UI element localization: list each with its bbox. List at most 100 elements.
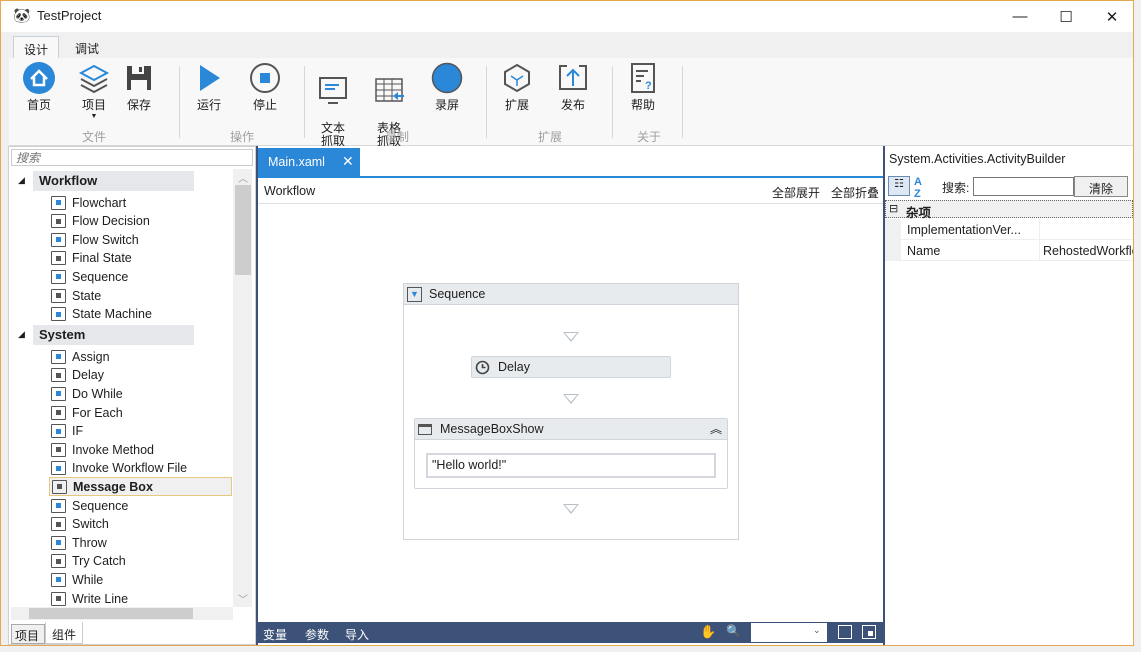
toolbox-item-label: IF [72, 424, 84, 439]
toolbox-item-label: Message Box [73, 479, 153, 494]
record-button[interactable]: 录屏 [422, 62, 472, 113]
toolbox-item[interactable]: State Machine [51, 305, 152, 324]
extend-button[interactable]: 扩展 [492, 62, 542, 113]
text-capture-button[interactable]: 文本 抓取 [308, 62, 358, 148]
toolbox-item-label: Sequence [72, 269, 129, 284]
zoom-select[interactable]: ⌄ [751, 623, 827, 642]
properties-panel: System.Activities.ActivityBuilder ☷ AZ 搜… [885, 146, 1133, 645]
toolbox-item[interactable]: IF [51, 422, 83, 441]
property-value[interactable]: RehostedWorkflow [1043, 244, 1133, 258]
expand-category-icon[interactable]: ◢ [18, 329, 25, 340]
pan-hand-icon[interactable]: ✋ [700, 624, 716, 640]
toolbox-item-label: Sequence [72, 498, 129, 513]
messagebox-activity[interactable]: MessageBoxShow ︽ "Hello world!" [414, 418, 728, 489]
fit-to-screen-icon[interactable] [838, 625, 852, 639]
toolbox-item[interactable]: Sequence [51, 496, 128, 515]
minimize-button[interactable]: — [997, 1, 1043, 32]
run-button[interactable]: 运行 [184, 62, 234, 113]
for-each-icon [51, 405, 66, 420]
toolbox-item[interactable]: Sequence [51, 267, 128, 286]
record-label: 录屏 [434, 98, 459, 112]
toolbox-item[interactable]: Invoke Workflow File [51, 459, 187, 478]
maximize-button[interactable]: ☐ [1043, 1, 1089, 32]
collapse-icon[interactable]: ︽ [710, 420, 722, 437]
toolbox-item[interactable]: Delay [51, 366, 104, 385]
tab-debug[interactable]: 调试 [65, 36, 109, 60]
toolbox-item[interactable]: State [51, 286, 101, 305]
drop-target-icon[interactable] [563, 394, 579, 404]
toolbox-item[interactable]: Invoke Method [51, 440, 154, 459]
scroll-down-icon[interactable]: ﹀ [238, 591, 248, 606]
toolbox-item-label: Throw [72, 535, 107, 550]
overview-icon[interactable] [862, 625, 876, 639]
category-row[interactable]: ⊟ 杂项 [885, 200, 1133, 220]
toolbox-category[interactable]: System [33, 325, 194, 346]
imports-button[interactable]: 导入 [345, 626, 369, 643]
toolbox-item[interactable]: Write Line [51, 589, 128, 607]
sort-alpha-icon[interactable]: AZ [914, 176, 922, 200]
tab-project[interactable]: 项目 [11, 624, 45, 644]
toolbox-category[interactable]: Workflow [33, 171, 194, 191]
save-button[interactable]: 保存 [114, 62, 164, 113]
toolbox-item-label: Final State [72, 251, 132, 266]
divider [179, 66, 180, 138]
toolbox-item[interactable]: Flow Decision [51, 212, 150, 231]
extend-label: 扩展 [504, 98, 529, 112]
categorized-view-icon[interactable]: ☷ [888, 176, 910, 196]
scrollbar-thumb[interactable] [29, 608, 193, 619]
ribbon: 首页 项目 ▼ 保存 运行 停止 文本 抓取 表格 抓取 录屏 扩展 发布 ? 帮… [9, 58, 1133, 148]
zoom-search-icon[interactable]: 🔍 [726, 624, 741, 638]
toolbox-item[interactable]: For Each [51, 403, 123, 422]
project-label: 项目 [81, 98, 106, 112]
toolbox-item[interactable]: Flowchart [51, 193, 126, 212]
property-search-input[interactable] [973, 177, 1074, 196]
group-label-record: 录制 [385, 130, 410, 144]
delay-activity[interactable]: Delay [471, 356, 671, 378]
close-tab-icon[interactable]: ✕ [342, 153, 354, 170]
publish-button[interactable]: 发布 [548, 62, 598, 113]
divider [1039, 240, 1040, 260]
property-row[interactable]: ImplementationVer... [901, 219, 1133, 240]
toolbox-item[interactable]: While [51, 570, 103, 589]
toolbox-item[interactable]: Throw [51, 533, 107, 552]
document-tab[interactable]: Main.xaml ✕ [258, 148, 360, 176]
horizontal-scrollbar[interactable] [11, 607, 233, 620]
toolbox-item[interactable]: Try Catch [51, 552, 126, 571]
toolbox-item[interactable]: Assign [51, 347, 110, 366]
toolbox-tree: ◢ Workflow Flowchart Flow Decision Flow Swit… [9, 147, 233, 607]
help-button[interactable]: ? 帮助 [618, 62, 668, 113]
scroll-up-icon[interactable]: ︿ [238, 170, 248, 185]
toolbox-item[interactable]: Flow Switch [51, 230, 139, 249]
clear-button[interactable]: 清除 [1074, 176, 1128, 197]
collapse-category-icon[interactable]: ⊟ [889, 202, 898, 215]
home-button[interactable]: 首页 [14, 62, 64, 113]
toolbox-item[interactable]: Do While [51, 384, 123, 403]
svg-text:?: ? [645, 80, 652, 92]
project-button[interactable]: 项目 ▼ [69, 62, 119, 120]
message-text-input[interactable]: "Hello world!" [426, 453, 716, 478]
stop-button[interactable]: 停止 [240, 62, 290, 113]
title-bar: 🐼 TestProject — ☐ ✕ [1, 1, 1133, 32]
property-row[interactable]: Name RehostedWorkflow [901, 240, 1133, 261]
drop-target-icon[interactable] [563, 332, 579, 342]
publish-label: 发布 [560, 98, 585, 112]
tab-design[interactable]: 设计 [13, 36, 60, 60]
scrollbar-thumb[interactable] [235, 185, 251, 275]
vertical-scrollbar[interactable]: ︿ ﹀ [233, 169, 252, 607]
toolbox-item[interactable]: Final State [51, 249, 132, 268]
designer-panel: Main.xaml ✕ Workflow 全部展开 全部折叠 ▼ Sequenc… [256, 146, 885, 645]
drop-target-icon[interactable] [563, 504, 579, 514]
sequence-activity[interactable]: ▼ Sequence Delay MessageBoxShow ︽ "Hello… [403, 283, 739, 540]
final-state-icon [51, 251, 66, 266]
expand-category-icon[interactable]: ◢ [18, 175, 25, 186]
divider [612, 66, 613, 138]
arguments-button[interactable]: 参数 [305, 626, 329, 643]
close-button[interactable]: ✕ [1089, 1, 1135, 32]
toolbox-item[interactable]: Switch [51, 515, 109, 534]
breadcrumb[interactable]: Workflow [264, 184, 315, 198]
variables-button[interactable]: 变量 [263, 626, 287, 643]
toolbox-item[interactable]: Message Box [49, 477, 232, 497]
expand-all-button[interactable]: 全部展开 [772, 184, 820, 201]
collapse-all-button[interactable]: 全部折叠 [831, 184, 879, 201]
tab-components[interactable]: 组件 [45, 622, 83, 644]
